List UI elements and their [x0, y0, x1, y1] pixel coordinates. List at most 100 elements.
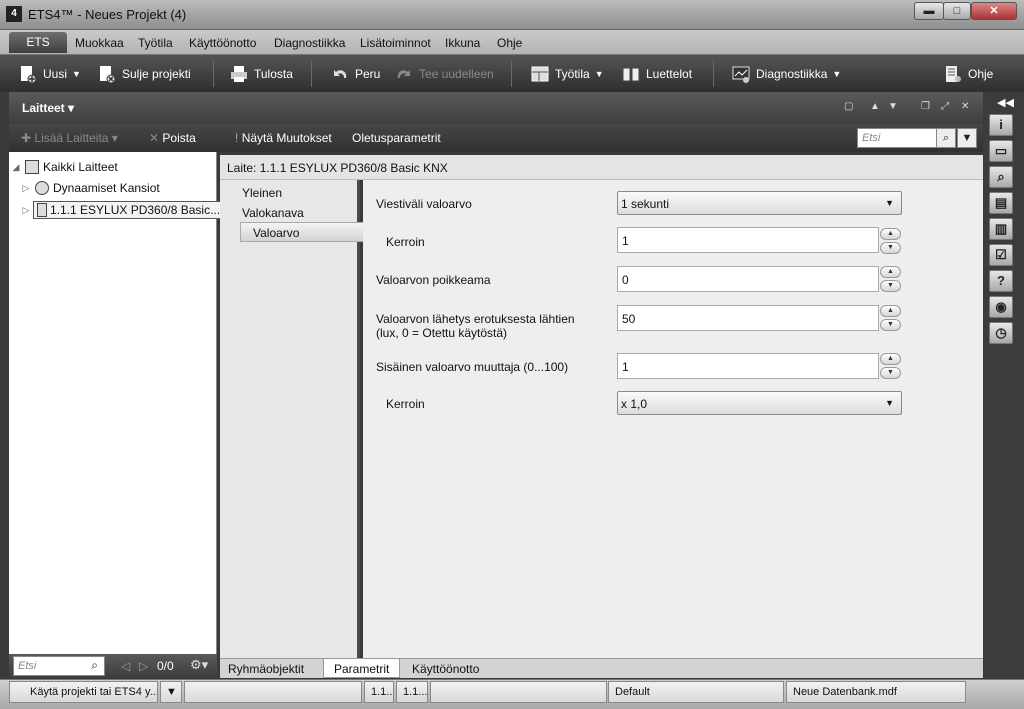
- show-changes-button[interactable]: ! Näytä Muutokset: [235, 131, 332, 145]
- help-icon[interactable]: ?: [989, 270, 1013, 292]
- window-title: ETS4™ - Neues Projekt (4): [28, 7, 187, 22]
- spin-down-icon[interactable]: ▼: [880, 242, 901, 254]
- filter-icon[interactable]: ▼: [957, 128, 977, 148]
- send-interval-dropdown[interactable]: 1 sekunti ▼: [617, 191, 902, 215]
- panel-title[interactable]: Laitteet ▾: [22, 101, 74, 115]
- undo-icon: [334, 70, 347, 78]
- folder-icon[interactable]: ▭: [989, 140, 1013, 162]
- menu-commissioning[interactable]: Käyttöönotto: [189, 36, 256, 50]
- workspace-button[interactable]: Työtila ▼: [530, 63, 604, 85]
- chevron-down-icon: ▼: [72, 69, 81, 79]
- tab-group-objects[interactable]: Ryhmäobjektit: [228, 659, 304, 678]
- status-database: Neue Datenbank.mdf: [786, 681, 966, 703]
- menu-diagnostics[interactable]: Diagnostiikka: [274, 36, 345, 50]
- delete-icon: ✕: [149, 131, 160, 145]
- new-button[interactable]: Uusi ▼: [18, 63, 81, 85]
- print-button[interactable]: Tulosta: [229, 63, 293, 85]
- status-cell-1: 1.1...: [364, 681, 394, 703]
- undock-panel-icon[interactable]: ⤢: [941, 101, 949, 112]
- menu-window[interactable]: Ikkuna: [445, 36, 480, 50]
- expand-icon[interactable]: ▷: [19, 183, 33, 194]
- collapse-dock-icon[interactable]: ◀◀: [997, 96, 1014, 109]
- book-icon: [622, 67, 640, 82]
- tree-node-all-devices[interactable]: ◢ Kaikki Laitteet: [9, 157, 118, 177]
- info-icon[interactable]: i: [989, 114, 1013, 136]
- panel-search-input[interactable]: Etsi: [857, 128, 937, 148]
- search-icon[interactable]: ⌕: [989, 166, 1013, 188]
- tree-node-device[interactable]: ▷ 1.1.1 ESYLUX PD360/8 Basic...: [19, 200, 225, 220]
- tree-node-dynamic-folders[interactable]: ▷ Dynaamiset Kansiot: [19, 178, 160, 198]
- internal-modifier-stepper[interactable]: ▲ ▼: [880, 353, 901, 379]
- device-header: Laite: 1.1.1 ESYLUX PD360/8 Basic KNX: [220, 155, 983, 180]
- default-parameters-button[interactable]: Oletusparametrit: [352, 131, 441, 145]
- help-button[interactable]: Ohje: [943, 63, 993, 85]
- nav-item-light-value[interactable]: Valoarvo: [240, 222, 377, 242]
- undo-button[interactable]: Peru: [330, 63, 380, 85]
- spin-up-icon[interactable]: ▲: [880, 305, 901, 317]
- toolbar-separator: [311, 61, 312, 87]
- offset-input[interactable]: 0: [617, 266, 879, 292]
- collapse-icon[interactable]: ◢: [9, 162, 23, 173]
- spin-down-icon[interactable]: ▼: [880, 280, 901, 292]
- catalogs-button[interactable]: Luettelot: [621, 63, 692, 85]
- diagnostics-icon: [732, 66, 750, 83]
- minimize-button[interactable]: ▬: [914, 2, 944, 20]
- nav-item-general[interactable]: Yleinen: [242, 186, 282, 200]
- send-difference-input[interactable]: 50: [617, 305, 879, 331]
- chevron-down-icon: ▼: [832, 69, 842, 79]
- factor-input[interactable]: 1: [617, 227, 879, 253]
- clock-icon[interactable]: ◷: [989, 322, 1013, 344]
- factor-stepper[interactable]: ▲ ▼: [880, 228, 901, 254]
- exclamation-icon: !: [235, 131, 239, 145]
- status-bar: Käytä projekti tai ETS4 y... ▼ 1.1... 1.…: [0, 679, 1024, 709]
- new-document-icon: [21, 66, 37, 84]
- expand-icon[interactable]: ▷: [19, 205, 33, 216]
- scroll-down-icon[interactable]: ▼: [888, 101, 898, 112]
- tab-commissioning[interactable]: Käyttöönotto: [412, 659, 479, 678]
- add-devices-button[interactable]: ✚ Lisää Laitteita ▾: [21, 131, 118, 145]
- spin-down-icon[interactable]: ▼: [880, 319, 901, 331]
- close-button[interactable]: ✕: [971, 2, 1017, 20]
- nav-item-light-channel[interactable]: Valokanava: [242, 206, 304, 220]
- menu-ets[interactable]: ETS: [9, 32, 67, 53]
- maximize-button[interactable]: □: [943, 2, 971, 20]
- spin-down-icon[interactable]: ▼: [880, 367, 901, 379]
- delete-button[interactable]: ✕ Poista: [149, 131, 196, 145]
- offset-label: Valoarvon poikkeama: [376, 273, 491, 287]
- menu-extras[interactable]: Lisätoiminnot: [360, 36, 431, 50]
- menu-help[interactable]: Ohje: [497, 36, 522, 50]
- previous-icon[interactable]: ◁: [121, 659, 130, 673]
- close-project-button[interactable]: Sulje projekti: [97, 63, 191, 85]
- offset-stepper[interactable]: ▲ ▼: [880, 266, 901, 292]
- send-difference-stepper[interactable]: ▲ ▼: [880, 305, 901, 331]
- media-icon[interactable]: ◉: [989, 296, 1013, 318]
- scroll-up-icon[interactable]: ▲: [870, 101, 880, 112]
- gear-icon[interactable]: ⚙▾: [190, 657, 208, 673]
- search-icon[interactable]: ⌕: [936, 128, 956, 148]
- help-document-icon: [946, 66, 961, 82]
- redo-icon: [397, 70, 410, 78]
- tree-search-input[interactable]: Etsi ⌕: [13, 656, 105, 676]
- pin-icon[interactable]: ▢: [844, 101, 853, 112]
- diagnostics-button[interactable]: Diagnostiikka ▼: [731, 63, 841, 85]
- internal-modifier-input[interactable]: 1: [617, 353, 879, 379]
- close-panel-icon[interactable]: ✕: [961, 101, 969, 112]
- redo-button[interactable]: Tee uudelleen: [394, 63, 494, 85]
- search-icon: ⌕: [91, 658, 98, 672]
- status-dropdown-button[interactable]: ▼: [160, 681, 182, 703]
- spin-up-icon[interactable]: ▲: [880, 228, 901, 240]
- status-cell-2: 1.1...: [396, 681, 428, 703]
- spin-up-icon[interactable]: ▲: [880, 266, 901, 278]
- next-icon[interactable]: ▷: [139, 659, 148, 673]
- menu-edit[interactable]: Muokkaa: [75, 36, 124, 50]
- layout-icon[interactable]: ▤: [989, 192, 1013, 214]
- checklist-icon[interactable]: ☑: [989, 244, 1013, 266]
- restore-panel-icon[interactable]: ❐: [921, 101, 930, 112]
- spin-up-icon[interactable]: ▲: [880, 353, 901, 365]
- factor-2-dropdown[interactable]: x 1,0 ▼: [617, 391, 902, 415]
- tab-parameters[interactable]: Parametrit: [323, 659, 401, 678]
- book-icon[interactable]: ▥: [989, 218, 1013, 240]
- main-toolbar: Uusi ▼ Sulje projekti Tulosta Peru Tee uu…: [0, 54, 1024, 92]
- menu-workspace[interactable]: Työtila: [138, 36, 173, 50]
- status-profile: Default: [608, 681, 784, 703]
